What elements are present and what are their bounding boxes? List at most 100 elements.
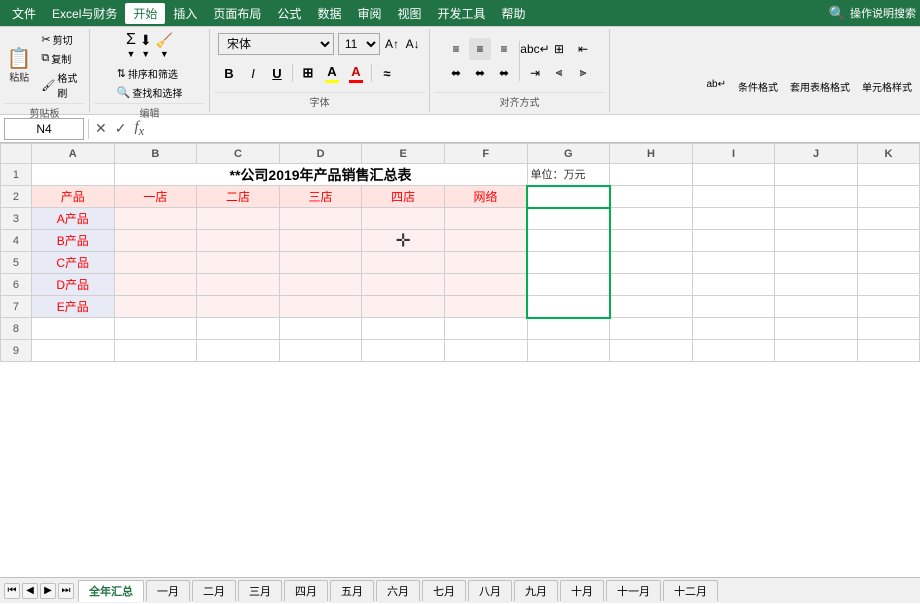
cell-A7[interactable]: E产品 [31, 296, 114, 318]
tab-feb[interactable]: 二月 [192, 580, 236, 601]
search-label[interactable]: 操作说明搜索 [850, 5, 916, 21]
cell-J8[interactable] [775, 318, 858, 340]
wrap-btn[interactable]: ab↵ [702, 77, 730, 96]
cell-F5[interactable] [444, 252, 527, 274]
cell-K3[interactable] [857, 208, 919, 230]
cell-D7[interactable] [279, 296, 362, 318]
col-header-H[interactable]: H [610, 144, 693, 164]
menu-review[interactable]: 审阅 [349, 3, 389, 24]
italic-button[interactable]: I [242, 62, 264, 84]
row-header-5[interactable]: 5 [1, 252, 32, 274]
tab-sep[interactable]: 九月 [514, 580, 558, 601]
cell-E3[interactable] [362, 208, 445, 230]
cell-J7[interactable] [775, 296, 858, 318]
tab-jul[interactable]: 七月 [422, 580, 466, 601]
wrap-text-button[interactable]: abc↵ [524, 38, 546, 60]
formula-input[interactable] [150, 118, 916, 140]
cell-K8[interactable] [857, 318, 919, 340]
col-header-F[interactable]: F [444, 144, 527, 164]
font-size-select[interactable]: 11 [338, 33, 380, 55]
menu-home[interactable]: 开始 [125, 3, 165, 24]
bold-button[interactable]: B [218, 62, 240, 84]
cell-K9[interactable] [857, 340, 919, 362]
align-top-right-button[interactable]: ≡ [493, 38, 515, 60]
cell-I5[interactable] [692, 252, 775, 274]
cell-G6[interactable] [527, 274, 610, 296]
cell-B2[interactable]: 一店 [114, 186, 197, 208]
cell-B1-title[interactable]: **公司2019年产品销售汇总表 [114, 164, 527, 186]
cell-I8[interactable] [692, 318, 775, 340]
cell-B9[interactable] [114, 340, 197, 362]
cond-format-btn[interactable]: 条件格式 [734, 77, 782, 96]
cell-H5[interactable] [610, 252, 693, 274]
cell-G1-unit[interactable]: 单位：万元 [527, 164, 610, 186]
cell-D3[interactable] [279, 208, 362, 230]
font-name-select[interactable]: 宋体 [218, 33, 334, 55]
cell-G5[interactable] [527, 252, 610, 274]
tab-scroll-first[interactable]: ⏮ [4, 583, 20, 599]
cell-F2[interactable]: 网络 [444, 186, 527, 208]
col-header-J[interactable]: J [775, 144, 858, 164]
cell-D5[interactable] [279, 252, 362, 274]
cell-C8[interactable] [197, 318, 280, 340]
find-select-button[interactable]: 🔍 查找和选择 [114, 84, 186, 101]
cell-J3[interactable] [775, 208, 858, 230]
format-painter-button[interactable]: 🖌 格式刷 [38, 69, 85, 101]
cell-I1[interactable] [692, 164, 775, 186]
special-char-button[interactable]: ≈ [376, 62, 398, 84]
cancel-icon[interactable]: ✕ [93, 120, 109, 137]
copy-button[interactable]: ⧉ 复制 [38, 50, 85, 67]
cell-J2[interactable] [775, 186, 858, 208]
row-header-4[interactable]: 4 [1, 230, 32, 252]
cell-K1[interactable] [857, 164, 919, 186]
menu-dev[interactable]: 开发工具 [429, 3, 493, 24]
clear-button[interactable]: 🧹 ▼ [156, 32, 173, 59]
menu-help[interactable]: 帮助 [494, 3, 534, 24]
table-btn[interactable]: 套用表格格式 [786, 77, 854, 96]
cell-H8[interactable] [610, 318, 693, 340]
tab-scroll-next[interactable]: ▶ [40, 583, 56, 599]
tab-nov[interactable]: 十一月 [606, 580, 661, 601]
fill-color-button[interactable]: A [321, 62, 343, 84]
cell-G4[interactable] [527, 230, 610, 252]
cell-H3[interactable] [610, 208, 693, 230]
cell-H2[interactable] [610, 186, 693, 208]
menu-data[interactable]: 数据 [309, 3, 349, 24]
align-bottom-right-button[interactable]: ⬌ [493, 62, 515, 84]
align-left-button[interactable]: ⫷ [548, 62, 570, 84]
cell-K7[interactable] [857, 296, 919, 318]
menu-insert[interactable]: 插入 [165, 3, 205, 24]
cell-J9[interactable] [775, 340, 858, 362]
row-header-6[interactable]: 6 [1, 274, 32, 296]
cell-H6[interactable] [610, 274, 693, 296]
cell-D9[interactable] [279, 340, 362, 362]
col-header-A[interactable]: A [31, 144, 114, 164]
cell-J4[interactable] [775, 230, 858, 252]
tab-may[interactable]: 五月 [330, 580, 374, 601]
name-box[interactable]: N4 [4, 118, 84, 140]
col-header-B[interactable]: B [114, 144, 197, 164]
row-header-8[interactable]: 8 [1, 318, 32, 340]
cell-C3[interactable] [197, 208, 280, 230]
cell-J1[interactable] [775, 164, 858, 186]
cell-H4[interactable] [610, 230, 693, 252]
menu-file[interactable]: 文件 [4, 3, 44, 24]
menu-view[interactable]: 视图 [389, 3, 429, 24]
cell-B6[interactable] [114, 274, 197, 296]
merge-button[interactable]: ⊞ [548, 38, 570, 60]
cell-G7[interactable] [527, 296, 610, 318]
align-bottom-left-button[interactable]: ⬌ [445, 62, 467, 84]
cell-I4[interactable] [692, 230, 775, 252]
cell-F6[interactable] [444, 274, 527, 296]
font-color-button[interactable]: A [345, 62, 367, 84]
row-header-3[interactable]: 3 [1, 208, 32, 230]
cell-F8[interactable] [444, 318, 527, 340]
cell-A4[interactable]: B产品 [31, 230, 114, 252]
cell-A3[interactable]: A产品 [31, 208, 114, 230]
cell-C6[interactable] [197, 274, 280, 296]
cell-A6[interactable]: D产品 [31, 274, 114, 296]
menu-excel[interactable]: Excel与财务 [44, 3, 125, 24]
cell-D8[interactable] [279, 318, 362, 340]
tab-dec[interactable]: 十二月 [663, 580, 718, 601]
cell-A2[interactable]: 产品 [31, 186, 114, 208]
